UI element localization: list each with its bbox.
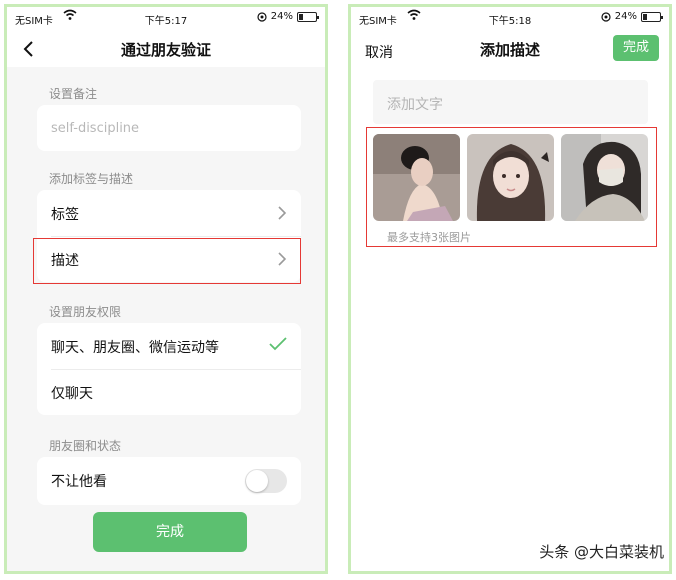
battery-percent: 24% (614, 11, 637, 22)
battery-icon (297, 11, 319, 22)
highlight-box-photos (366, 127, 657, 247)
right-phone-screen: 无SIM卡 下午5:18 24% 取消 添加描述 完成 添加文字 最多支持3张图… (348, 4, 672, 574)
hide-moments-row: 不让他看 (37, 457, 301, 503)
chevron-right-icon (278, 206, 287, 220)
permissions-card: 聊天、朋友圈、微信运动等 仅聊天 (37, 323, 301, 415)
orientation-lock-icon (257, 11, 267, 22)
left-phone-screen: 无SIM卡 下午5:17 24% 通过朋友验证 设置备注 self-discip… (4, 4, 328, 574)
permission-option-label: 聊天、朋友圈、微信运动等 (51, 340, 219, 356)
status-bar: 无SIM卡 下午5:17 24% (7, 7, 325, 29)
permission-option-all[interactable]: 聊天、朋友圈、微信运动等 (37, 323, 301, 369)
nav-bar: 取消 添加描述 完成 (351, 31, 669, 67)
status-right: 24% (257, 11, 319, 22)
permissions-section-label: 设置朋友权限 (49, 305, 122, 319)
description-placeholder: 添加文字 (387, 97, 443, 113)
moments-section-label: 朋友圈和状态 (49, 439, 122, 453)
stage: 无SIM卡 下午5:17 24% 通过朋友验证 设置备注 self-discip… (0, 0, 676, 580)
hide-moments-toggle[interactable] (245, 469, 287, 493)
tags-row-label: 标签 (51, 207, 79, 223)
done-button[interactable]: 完成 (613, 35, 659, 61)
checkmark-icon (269, 337, 287, 351)
permission-option-label: 仅聊天 (51, 386, 93, 402)
remark-value: self-discipline (51, 121, 140, 136)
remark-section-label: 设置备注 (49, 87, 98, 101)
hide-moments-label: 不让他看 (51, 474, 107, 490)
moments-card: 不让他看 (37, 457, 301, 505)
permission-option-chat-only[interactable]: 仅聊天 (37, 369, 301, 415)
status-right: 24% (601, 11, 663, 22)
highlight-box-description (33, 238, 301, 284)
battery-percent: 24% (270, 11, 293, 22)
orientation-lock-icon (601, 11, 611, 22)
page-title: 通过朋友验证 (120, 41, 211, 59)
description-text-input[interactable]: 添加文字 (373, 80, 648, 124)
tags-section-label: 添加标签与描述 (49, 172, 134, 186)
remark-field[interactable]: self-discipline (37, 105, 301, 151)
status-bar: 无SIM卡 下午5:18 24% (351, 7, 669, 29)
tags-row[interactable]: 标签 (37, 190, 301, 236)
toggle-knob (246, 470, 268, 492)
nav-bar: 通过朋友验证 (7, 31, 325, 67)
watermark: 头条 @大白菜装机 (539, 543, 664, 561)
verification-form: 设置备注 self-discipline 添加标签与描述 标签 描述 设置朋友权… (7, 67, 325, 571)
battery-icon (641, 11, 663, 22)
done-button[interactable]: 完成 (93, 512, 247, 552)
